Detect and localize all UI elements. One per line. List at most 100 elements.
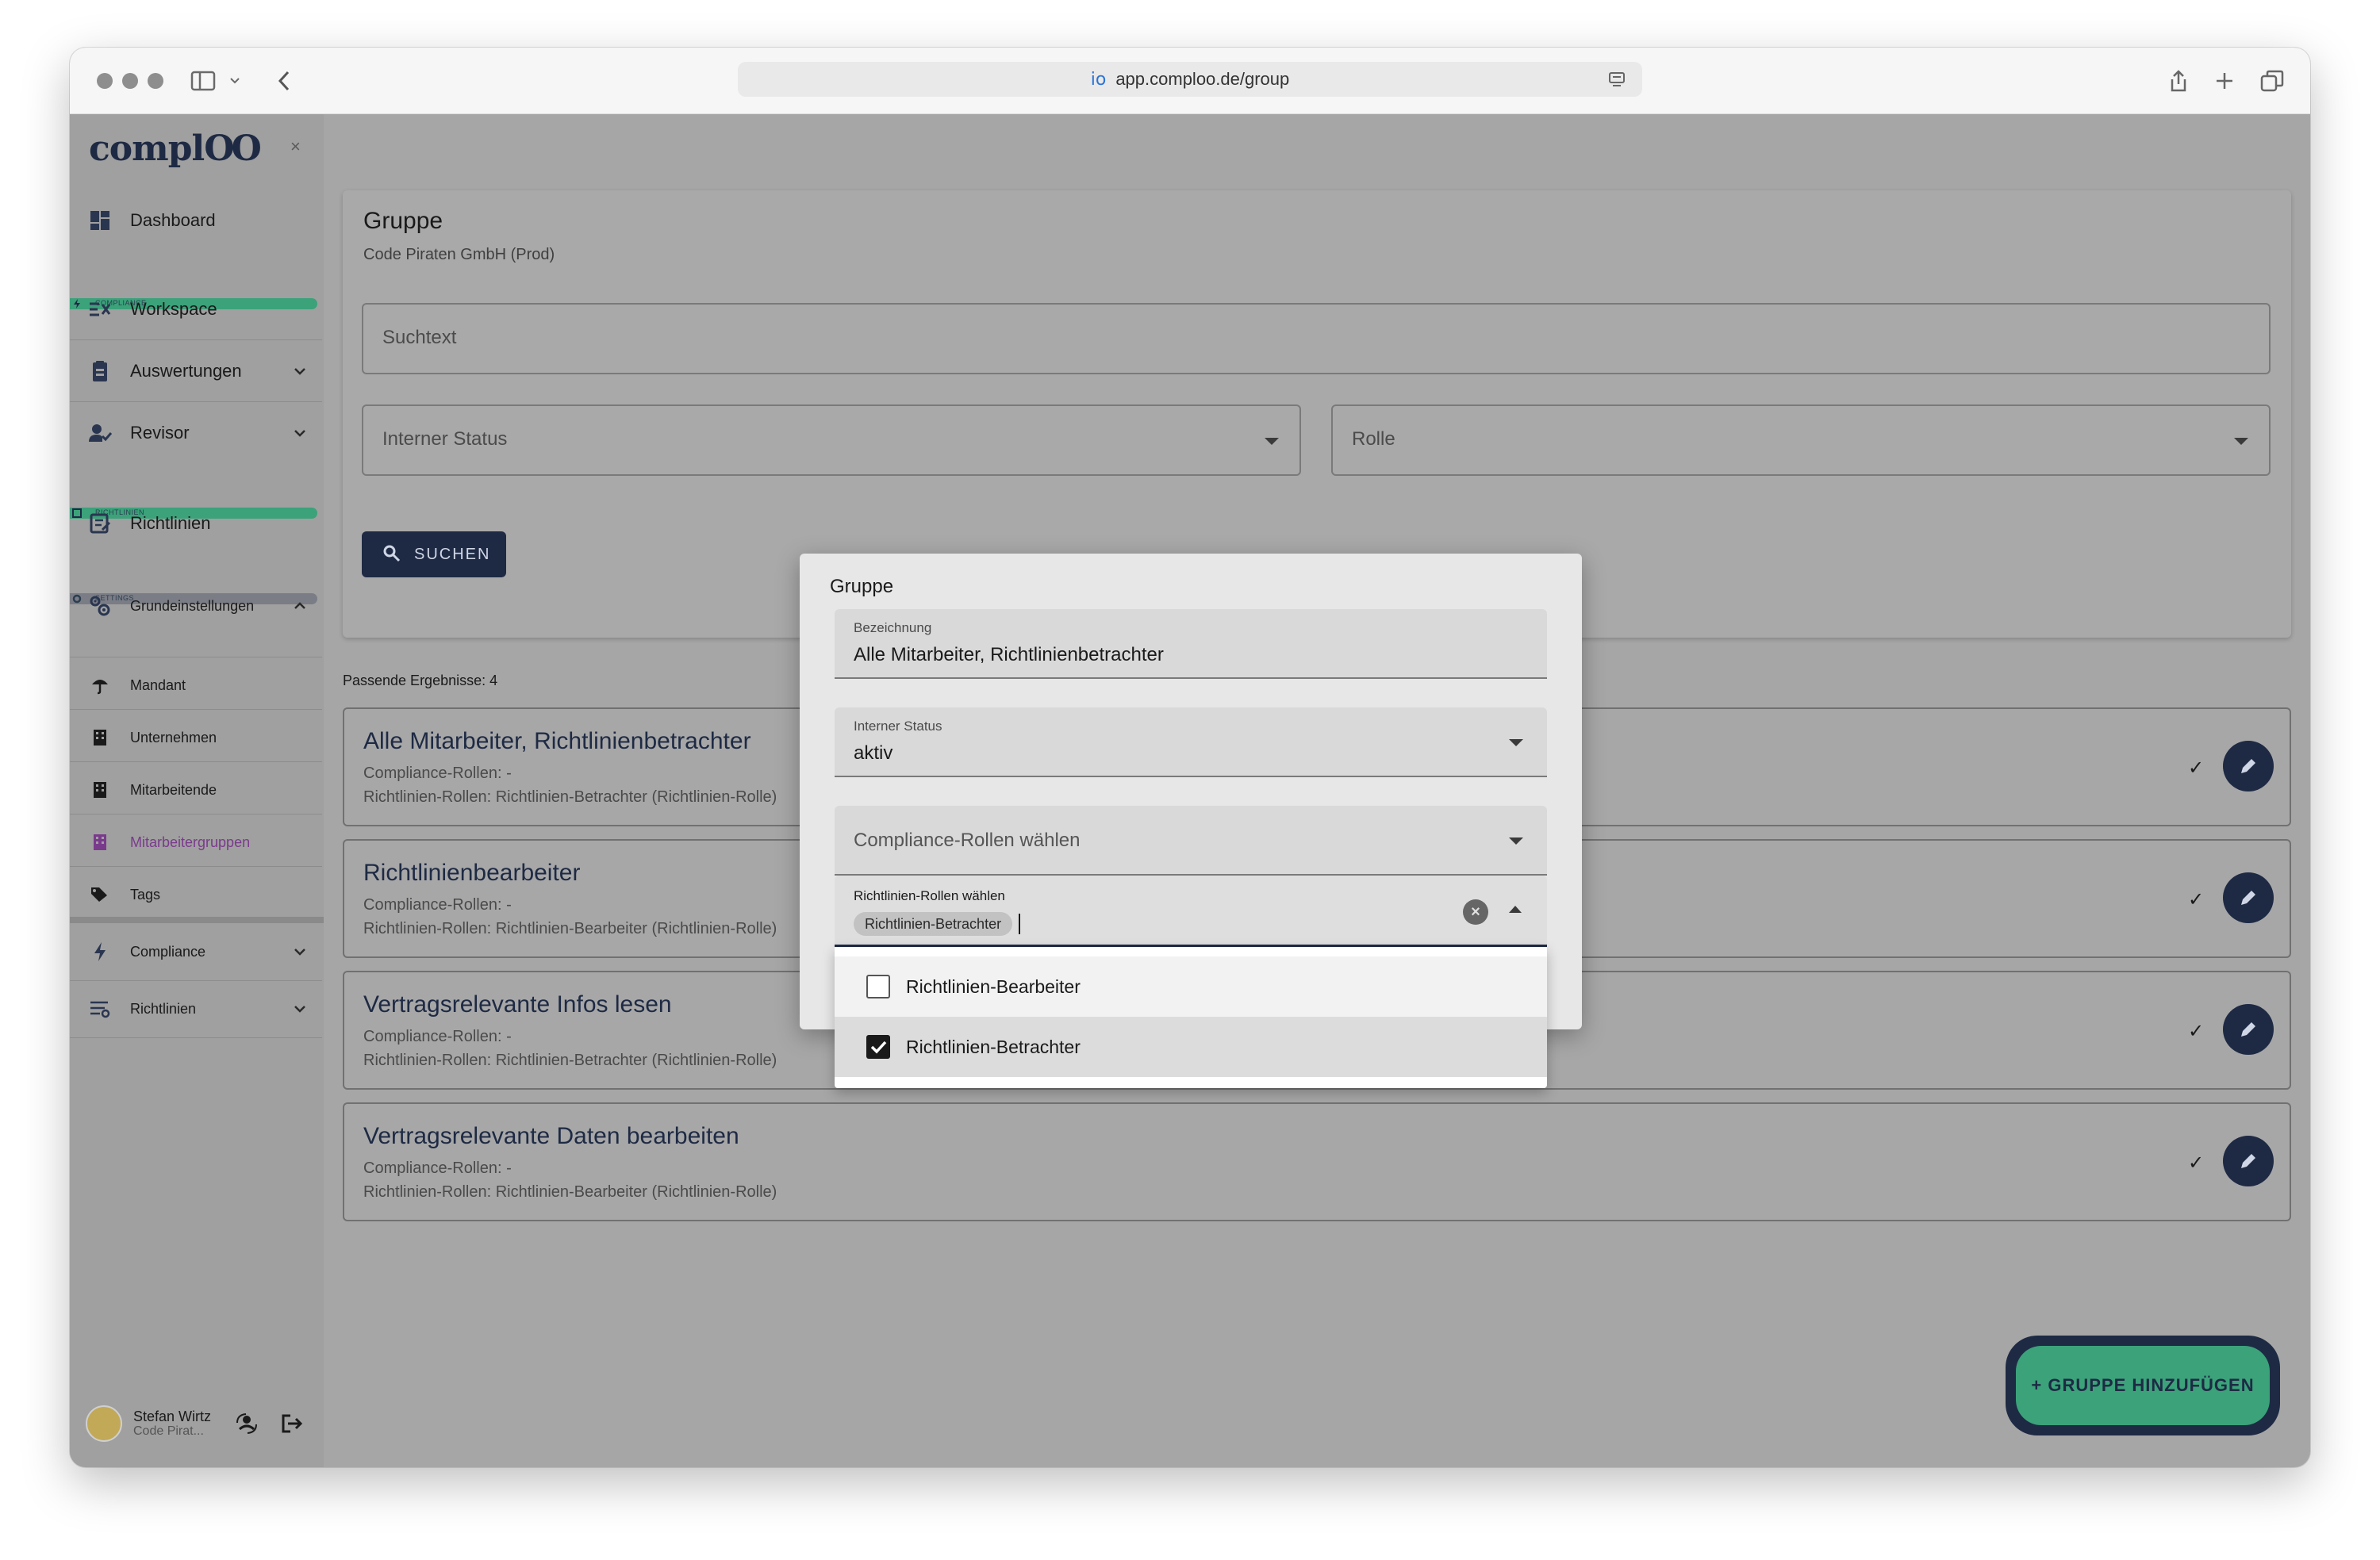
- check-icon: ✓: [2188, 889, 2205, 910]
- dropdown-arrow-icon: [1509, 837, 1523, 845]
- sidebar-close-button[interactable]: ×: [290, 136, 301, 157]
- role-options-menu: Richtlinien-Bearbeiter Richtlinien-Betra…: [835, 947, 1547, 1088]
- divider: [70, 761, 322, 762]
- address-bar[interactable]: io app.comploo.de/group: [738, 62, 1642, 97]
- share-icon[interactable]: [2164, 67, 2193, 95]
- dropdown-collapse-icon[interactable]: [1509, 906, 1522, 913]
- building-icon: [87, 830, 113, 855]
- avatar[interactable]: [86, 1405, 122, 1442]
- sidebar-item-tags[interactable]: Tags: [70, 879, 324, 910]
- dropdown-arrow-icon: [1265, 438, 1279, 445]
- divider: [70, 1037, 322, 1038]
- bolt-icon: [87, 939, 113, 964]
- dropdown-arrow-icon: [1509, 739, 1523, 746]
- checkbox-unchecked-icon[interactable]: [866, 975, 890, 998]
- comploo-logo: complOO: [89, 128, 262, 169]
- page-title: Gruppe: [363, 208, 443, 234]
- sidebar-item-mandant[interactable]: Mandant: [70, 669, 324, 701]
- divider: [70, 917, 324, 923]
- dropdown-arrow-icon: [2234, 438, 2248, 445]
- search-input[interactable]: Suchtext: [362, 303, 2271, 374]
- pencil-icon: [2241, 1022, 2255, 1037]
- browser-titlebar: io app.comploo.de/group: [70, 48, 2310, 114]
- text-cursor: [1019, 914, 1020, 934]
- check-icon: ✓: [2188, 757, 2205, 779]
- chevron-up-icon: [290, 596, 309, 615]
- table-row[interactable]: Vertragsrelevante Daten bearbeiten Compl…: [343, 1102, 2291, 1221]
- sidebar-item-grundeinstellungen[interactable]: Grundeinstellungen: [70, 590, 324, 622]
- sidebar-item-workspace[interactable]: Workspace: [70, 293, 324, 325]
- selected-role-chip[interactable]: Richtlinien-Betrachter: [854, 912, 1013, 936]
- search-button[interactable]: SUCHEN: [362, 531, 506, 577]
- list-settings-icon: [87, 996, 113, 1021]
- person-check-icon: [87, 420, 113, 446]
- chevron-down-icon: [290, 424, 309, 443]
- site-icon: io: [1090, 69, 1107, 90]
- pencil-icon: [2241, 1154, 2255, 1168]
- results-count: Passende Ergebnisse: 4: [343, 673, 498, 688]
- chevron-down-icon: [290, 362, 309, 381]
- sidebar-item-compliance[interactable]: Compliance: [70, 936, 324, 968]
- building-icon: [87, 777, 113, 803]
- tab-overview-icon[interactable]: [2258, 67, 2286, 95]
- umbrella-icon: [87, 673, 113, 698]
- divider: [70, 709, 322, 710]
- dialog-title: Gruppe: [830, 576, 894, 597]
- edit-button[interactable]: [2223, 872, 2274, 923]
- option-richtlinien-betrachter[interactable]: Richtlinien-Betrachter: [835, 1017, 1547, 1077]
- gears-icon: [87, 593, 113, 619]
- chevron-down-icon[interactable]: [221, 67, 249, 95]
- sidebar: complOO × Dashboard COMPLIANCE Workspace…: [70, 114, 324, 1467]
- rolle-select[interactable]: Rolle: [1331, 404, 2271, 476]
- back-icon[interactable]: [270, 67, 298, 95]
- check-icon: ✓: [2188, 1021, 2205, 1042]
- status-dropdown[interactable]: Interner Status aktiv: [835, 707, 1547, 777]
- minimize-window-button[interactable]: [122, 73, 138, 89]
- edit-button[interactable]: [2223, 1136, 2274, 1186]
- new-tab-icon[interactable]: [2210, 67, 2239, 95]
- divider: [70, 401, 322, 402]
- pencil-icon: [2241, 891, 2255, 905]
- dashboard-icon: [87, 208, 113, 233]
- edit-button[interactable]: [2223, 1004, 2274, 1055]
- reader-icon[interactable]: [1607, 70, 1626, 94]
- sidebar-item-dashboard[interactable]: Dashboard: [70, 205, 324, 236]
- sidebar-item-unternehmen[interactable]: Unternehmen: [70, 722, 324, 753]
- clipboard-icon: [87, 358, 113, 384]
- clear-icon[interactable]: ×: [1463, 899, 1488, 925]
- search-icon: [382, 544, 401, 568]
- logout-icon[interactable]: [281, 1413, 303, 1438]
- user-company: Code Pirat...: [133, 1424, 204, 1438]
- sidebar-item-mitarbeitergruppen[interactable]: Mitarbeitergruppen: [70, 826, 324, 858]
- bezeichnung-field[interactable]: Bezeichnung Alle Mitarbeiter, Richtlinie…: [835, 609, 1547, 679]
- sidebar-item-richtlinien-settings[interactable]: Richtlinien: [70, 993, 324, 1025]
- sidebar-item-auswertungen[interactable]: Auswertungen: [70, 355, 324, 387]
- richtlinien-roles-dropdown[interactable]: Richtlinien-Rollen wählen Richtlinien-Be…: [835, 876, 1547, 947]
- divider: [70, 339, 322, 340]
- compliance-roles-dropdown[interactable]: Compliance-Rollen wählen: [835, 806, 1547, 876]
- switch-user-icon[interactable]: [235, 1412, 259, 1439]
- sidebar-toggle-icon[interactable]: [189, 67, 217, 95]
- status-select[interactable]: Interner Status: [362, 404, 1301, 476]
- workspace-icon: [87, 297, 113, 322]
- policy-icon: [87, 511, 113, 536]
- checkbox-checked-icon[interactable]: [866, 1035, 890, 1059]
- check-icon: ✓: [2188, 1152, 2205, 1174]
- tags-icon: [87, 882, 113, 907]
- url-text: app.comploo.de/group: [1115, 69, 1290, 89]
- page-subtitle: Code Piraten GmbH (Prod): [363, 246, 555, 263]
- add-group-button[interactable]: + GRUPPE HINZUFÜGEN: [2016, 1346, 2270, 1425]
- chevron-down-icon: [290, 999, 309, 1018]
- edit-button[interactable]: [2223, 741, 2274, 791]
- user-name: Stefan Wirtz: [133, 1409, 212, 1424]
- option-richtlinien-bearbeiter[interactable]: Richtlinien-Bearbeiter: [835, 956, 1547, 1017]
- divider: [70, 980, 322, 981]
- close-window-button[interactable]: [97, 73, 113, 89]
- sidebar-item-revisor[interactable]: Revisor: [70, 417, 324, 449]
- sidebar-item-richtlinien[interactable]: Richtlinien: [70, 508, 324, 539]
- building-icon: [87, 725, 113, 750]
- divider: [70, 866, 322, 867]
- zoom-window-button[interactable]: [148, 73, 163, 89]
- sidebar-item-mitarbeitende[interactable]: Mitarbeitende: [70, 774, 324, 806]
- pencil-icon: [2241, 759, 2255, 773]
